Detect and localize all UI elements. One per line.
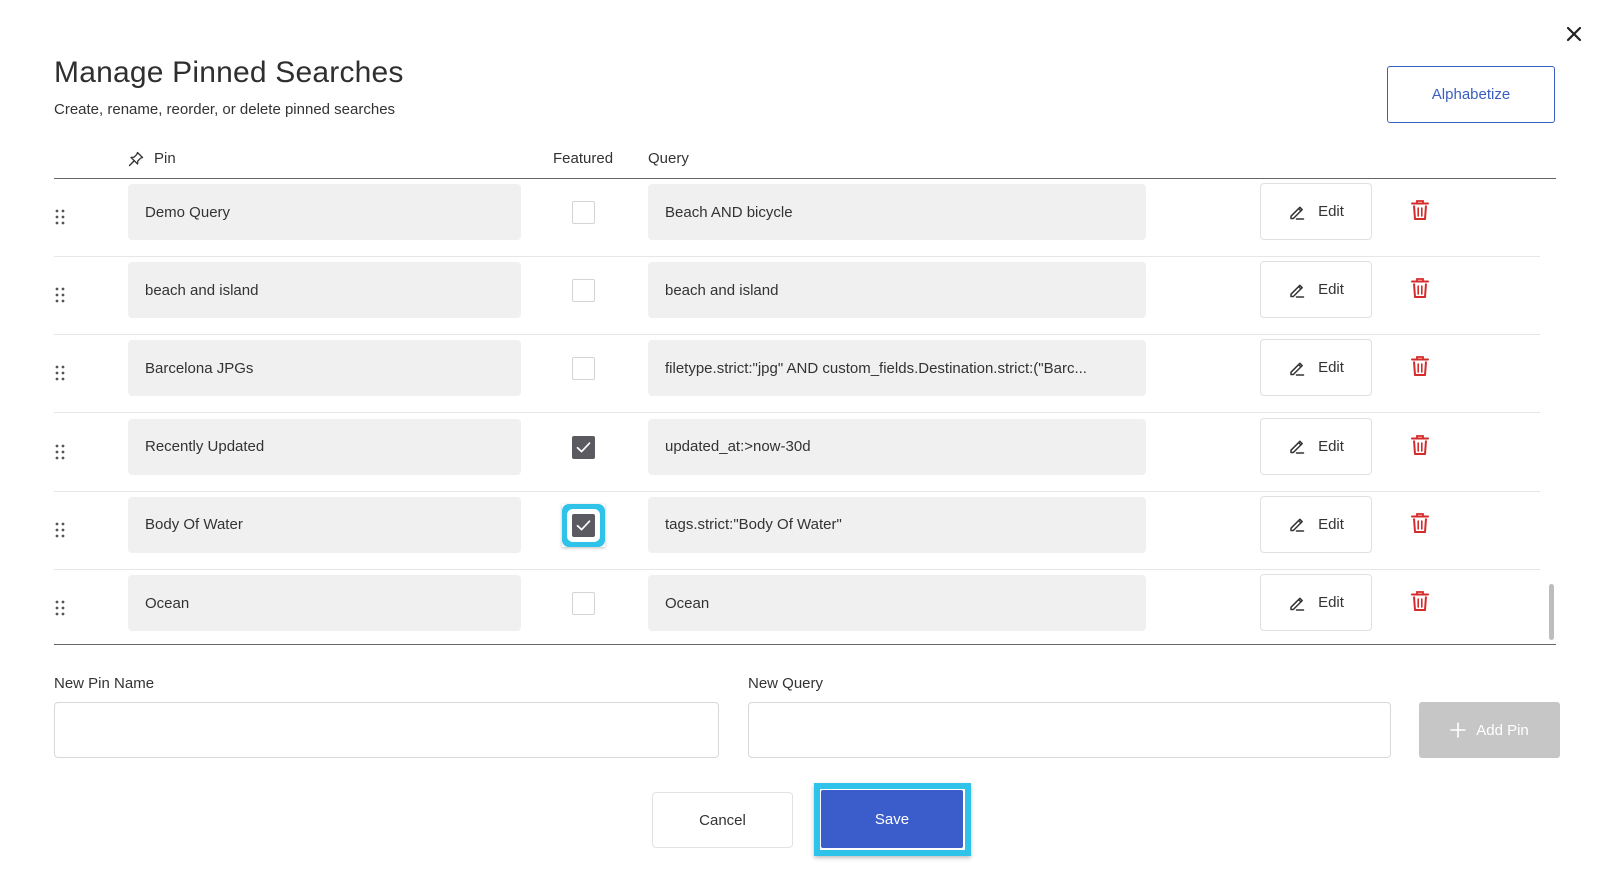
pin-header-label: Pin bbox=[154, 150, 176, 167]
new-query-input[interactable] bbox=[748, 702, 1391, 758]
query-field[interactable]: updated_at:>now-30d bbox=[648, 418, 1146, 475]
query-field[interactable]: beach and island bbox=[648, 262, 1146, 319]
featured-checkbox[interactable] bbox=[572, 279, 595, 303]
drag-handle-icon bbox=[55, 522, 65, 538]
edit-button[interactable]: Edit bbox=[1260, 339, 1372, 397]
trash-icon bbox=[1411, 512, 1429, 533]
pinned-searches-list: Demo Query Beach AND bicycle Edit beach and… bbox=[54, 179, 1540, 643]
drag-handle-icon bbox=[55, 444, 65, 459]
drag-handle[interactable] bbox=[54, 599, 66, 617]
query-field[interactable]: Ocean bbox=[648, 575, 1146, 631]
delete-button[interactable] bbox=[1410, 199, 1430, 221]
pin-icon bbox=[128, 151, 144, 166]
drag-handle-icon bbox=[55, 287, 65, 303]
delete-button[interactable] bbox=[1410, 355, 1430, 377]
alphabetize-button[interactable]: Alphabetize bbox=[1387, 66, 1555, 123]
trash-icon bbox=[1411, 278, 1429, 299]
edit-button-label: Edit bbox=[1318, 437, 1344, 455]
drag-handle[interactable] bbox=[54, 443, 66, 461]
pin-name-field[interactable]: beach and island bbox=[128, 262, 521, 319]
query-field[interactable]: Beach AND bicycle bbox=[648, 184, 1146, 240]
trash-icon bbox=[1411, 356, 1429, 377]
pencil-icon bbox=[1290, 206, 1305, 220]
pinned-search-row: Barcelona JPGs filetype.strict:"jpg" AND … bbox=[54, 335, 1540, 414]
edit-button-label: Edit bbox=[1318, 594, 1344, 611]
drag-handle[interactable] bbox=[54, 521, 66, 539]
pin-name-field[interactable]: Demo Query bbox=[128, 184, 521, 240]
close-icon bbox=[1566, 26, 1582, 42]
edit-button[interactable]: Edit bbox=[1260, 495, 1372, 553]
new-pin-name-input[interactable] bbox=[54, 702, 719, 758]
pinned-search-row: Ocean Ocean Edit bbox=[54, 570, 1540, 648]
new-pin-name-label: New Pin Name bbox=[54, 675, 155, 692]
trash-icon bbox=[1411, 200, 1429, 220]
featured-checkbox[interactable] bbox=[572, 201, 595, 224]
dialog-subtitle: Create, rename, reorder, or delete pinne… bbox=[54, 101, 396, 118]
featured-checkbox[interactable] bbox=[572, 592, 595, 615]
drag-handle-icon bbox=[55, 209, 65, 225]
trash-icon bbox=[1411, 434, 1429, 455]
pin-name-field[interactable]: Body Of Water bbox=[128, 496, 521, 553]
featured-checkbox[interactable] bbox=[572, 357, 595, 381]
add-pin-label: Add Pin bbox=[1476, 721, 1529, 739]
save-button[interactable]: Save bbox=[821, 790, 963, 848]
drag-handle[interactable] bbox=[54, 208, 66, 226]
close-button[interactable] bbox=[1562, 22, 1586, 46]
trash-icon bbox=[1411, 591, 1429, 611]
pinned-search-row: Recently Updated updated_at:>now-30d Edit bbox=[54, 414, 1540, 492]
edit-button[interactable]: Edit bbox=[1260, 574, 1372, 631]
pinned-search-row: beach and island beach and island Edit bbox=[54, 257, 1540, 336]
edit-button[interactable]: Edit bbox=[1260, 261, 1372, 319]
scrollbar-thumb[interactable] bbox=[1549, 584, 1554, 640]
pin-name-field[interactable]: Barcelona JPGs bbox=[128, 340, 521, 397]
dialog-title: Manage Pinned Searches bbox=[54, 56, 404, 89]
edit-button-label: Edit bbox=[1318, 515, 1344, 533]
drag-handle-icon bbox=[55, 365, 65, 381]
pencil-icon bbox=[1290, 597, 1305, 611]
pin-column-header: Pin bbox=[128, 150, 176, 167]
delete-button[interactable] bbox=[1410, 512, 1430, 534]
checkmark-icon bbox=[576, 520, 591, 531]
edit-button-label: Edit bbox=[1318, 203, 1344, 220]
cancel-button[interactable]: Cancel bbox=[652, 792, 793, 848]
drag-handle[interactable] bbox=[54, 364, 66, 382]
delete-button[interactable] bbox=[1410, 590, 1430, 612]
plus-icon bbox=[1450, 722, 1467, 738]
edit-button[interactable]: Edit bbox=[1260, 183, 1372, 240]
pin-name-field[interactable]: Ocean bbox=[128, 575, 521, 631]
pin-name-field[interactable]: Recently Updated bbox=[128, 418, 521, 475]
featured-checkbox[interactable] bbox=[572, 435, 595, 459]
pinned-search-row: Body Of Water tags.strict:"Body Of Water"… bbox=[54, 492, 1540, 570]
pinned-search-row: Demo Query Beach AND bicycle Edit bbox=[54, 179, 1540, 257]
query-column-header: Query bbox=[648, 150, 689, 167]
featured-column-header: Featured bbox=[553, 150, 614, 167]
query-field[interactable]: tags.strict:"Body Of Water" bbox=[648, 496, 1146, 553]
drag-handle[interactable] bbox=[54, 286, 66, 304]
edit-button-label: Edit bbox=[1318, 281, 1344, 299]
add-pin-button[interactable]: Add Pin bbox=[1419, 702, 1560, 758]
edit-button[interactable]: Edit bbox=[1260, 417, 1372, 475]
query-field[interactable]: filetype.strict:"jpg" AND custom_fields.… bbox=[648, 340, 1146, 397]
pencil-icon bbox=[1290, 362, 1305, 376]
featured-checkbox[interactable] bbox=[572, 513, 595, 537]
pencil-icon bbox=[1290, 518, 1305, 533]
pencil-icon bbox=[1290, 284, 1305, 298]
edit-button-label: Edit bbox=[1318, 359, 1344, 377]
pencil-icon bbox=[1290, 440, 1305, 454]
drag-handle-icon bbox=[55, 600, 65, 616]
list-divider bbox=[54, 644, 1556, 645]
new-query-label: New Query bbox=[748, 675, 824, 692]
delete-button[interactable] bbox=[1410, 277, 1430, 299]
delete-button[interactable] bbox=[1410, 434, 1430, 456]
checkmark-icon bbox=[576, 441, 591, 453]
